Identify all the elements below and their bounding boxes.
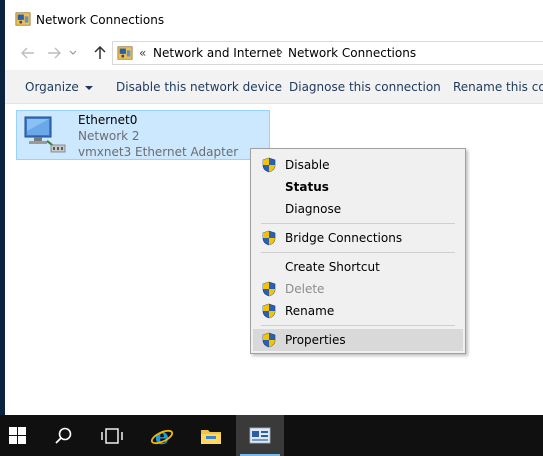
organize-label: Organize — [25, 80, 79, 94]
recent-locations-chevron-icon[interactable] — [67, 44, 79, 62]
menu-item-label: Rename — [285, 304, 335, 318]
task-view-icon[interactable] — [88, 415, 136, 456]
back-arrow-icon[interactable] — [19, 44, 37, 62]
menu-item-label: Disable — [285, 158, 330, 172]
adapter-name: Ethernet0 — [78, 113, 138, 127]
search-icon[interactable] — [40, 415, 88, 456]
address-bar[interactable]: « Network and Internet › Network Connect… — [112, 41, 543, 65]
menu-item-label: Bridge Connections — [285, 231, 403, 245]
address-overflow-chevron[interactable]: « — [139, 46, 146, 60]
breadcrumb-network-and-internet[interactable]: Network and Internet — [153, 46, 281, 60]
ethernet-adapter-icon — [24, 116, 66, 153]
menu-separator — [261, 252, 455, 253]
menu-item-label: Delete — [285, 282, 325, 296]
context-menu: Disable Status Diagnose Bridge Connectio… — [250, 148, 466, 354]
navigation-bar: « Network and Internet › Network Connect… — [5, 38, 543, 68]
forward-arrow-icon[interactable] — [45, 44, 63, 62]
menu-item-diagnose[interactable]: Diagnose — [253, 198, 463, 220]
menu-item-rename[interactable]: Rename — [253, 300, 463, 322]
uac-shield-icon — [261, 281, 277, 297]
rename-connection-button[interactable]: Rename this connection — [453, 80, 543, 94]
menu-separator — [261, 223, 455, 224]
adapter-device-name: vmxnet3 Ethernet Adapter — [78, 145, 239, 159]
command-bar: Organize Disable this network device Dia… — [5, 70, 543, 104]
svg-text:e: e — [155, 424, 169, 448]
windows-start-icon[interactable] — [0, 415, 41, 456]
breadcrumb-network-connections[interactable]: Network Connections — [288, 46, 416, 60]
internet-explorer-icon[interactable]: e — [138, 415, 186, 456]
breadcrumb-separator-icon[interactable]: › — [278, 45, 283, 60]
network-connections-icon[interactable] — [236, 415, 284, 456]
menu-item-delete[interactable]: Delete — [253, 278, 463, 300]
organize-button[interactable]: Organize — [25, 80, 93, 94]
control-panel-icon — [117, 45, 133, 61]
menu-item-create-shortcut[interactable]: Create Shortcut — [253, 256, 463, 278]
menu-item-label: Create Shortcut — [285, 260, 380, 274]
network-connections-icon — [15, 11, 31, 27]
uac-shield-icon — [261, 157, 277, 173]
menu-item-label: Status — [285, 180, 329, 194]
menu-separator — [261, 325, 455, 326]
uac-shield-icon — [261, 230, 277, 246]
menu-item-properties[interactable]: Properties — [253, 329, 463, 351]
uac-shield-icon — [261, 332, 277, 348]
menu-item-label: Diagnose — [285, 202, 342, 216]
up-arrow-icon[interactable] — [91, 44, 109, 62]
menu-item-label: Properties — [285, 333, 346, 347]
file-explorer-icon[interactable] — [187, 415, 235, 456]
adapter-network: Network 2 — [78, 129, 140, 143]
window-title: Network Connections — [36, 13, 165, 27]
organize-dropdown-icon — [84, 85, 93, 90]
network-adapter-item[interactable]: Ethernet0 Network 2 vmxnet3 Ethernet Ada… — [16, 110, 270, 160]
menu-item-bridge-connections[interactable]: Bridge Connections — [253, 227, 463, 249]
menu-item-disable[interactable]: Disable — [253, 154, 463, 176]
uac-shield-icon — [261, 303, 277, 319]
title-bar[interactable]: Network Connections — [5, 0, 543, 38]
taskbar: e — [0, 415, 543, 456]
disable-device-button[interactable]: Disable this network device — [116, 80, 282, 94]
menu-item-status[interactable]: Status — [253, 176, 463, 198]
diagnose-connection-button[interactable]: Diagnose this connection — [289, 80, 441, 94]
